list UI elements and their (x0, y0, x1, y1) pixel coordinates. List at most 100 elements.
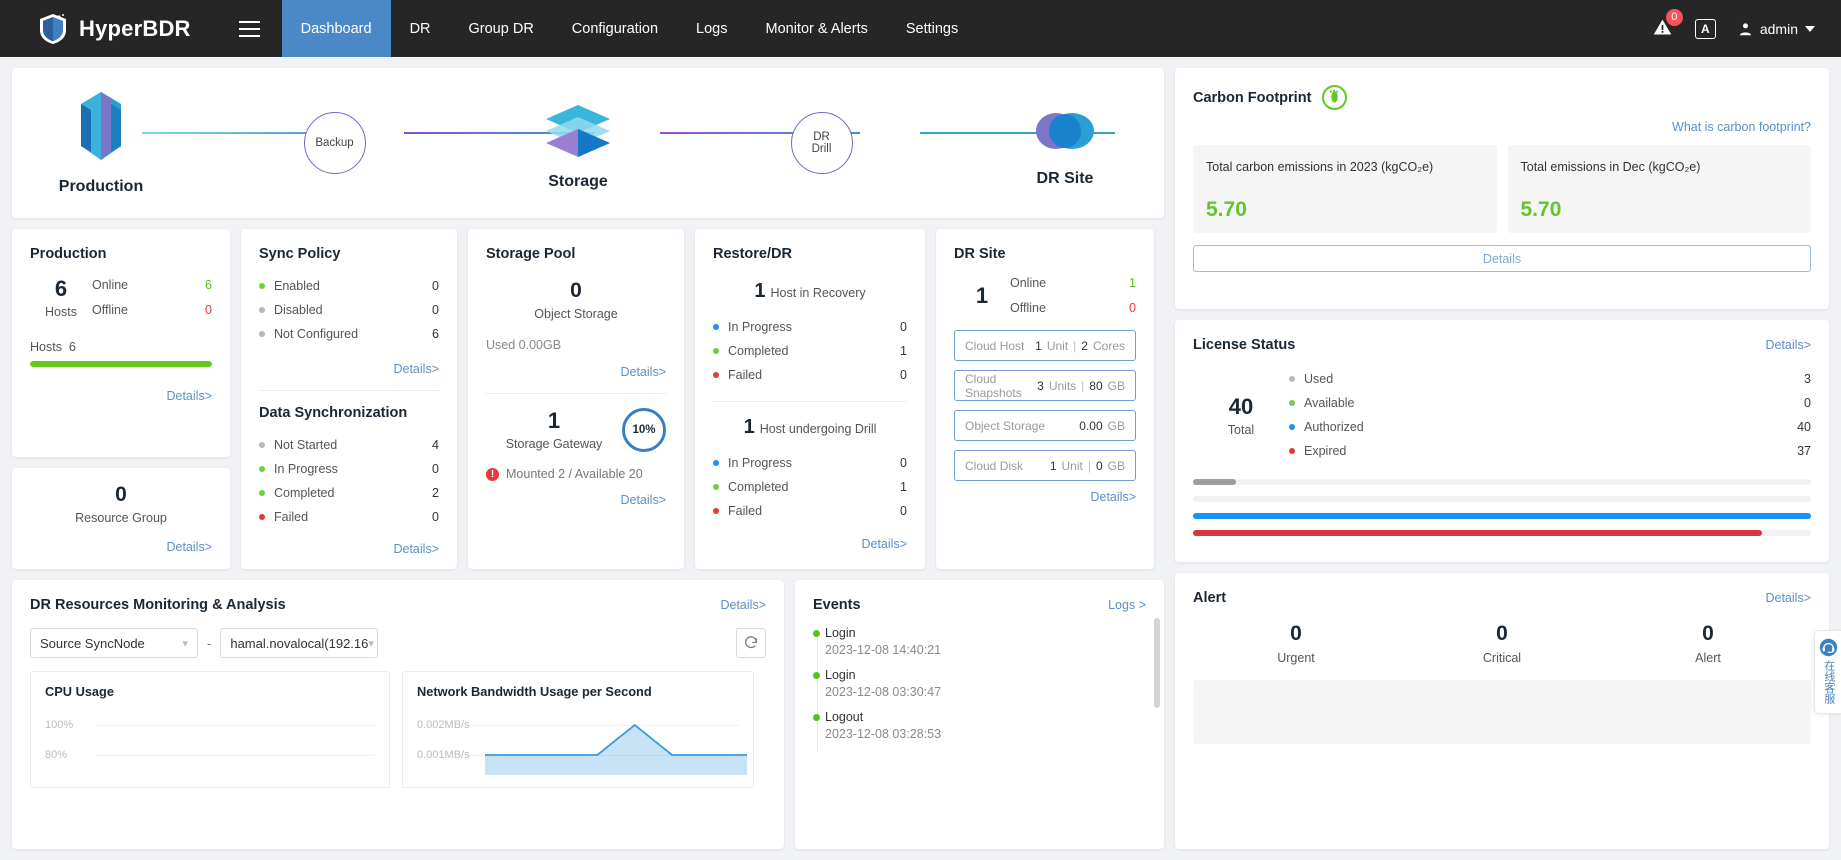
list-item[interactable]: Logout 2023-12-08 03:28:53 (813, 710, 1146, 752)
unit-cloud-snapshots-v1: 3 (1037, 378, 1044, 393)
sync-policy-enabled-label: Enabled (274, 279, 320, 293)
stat-card-row: Production 6 Hosts Online 6 Offline 0 Ho… (12, 229, 1164, 569)
carbon-details-button[interactable]: Details (1193, 245, 1811, 272)
restore-row-inprogress: In Progress 0 (713, 315, 907, 339)
chevron-down-icon: ▾ (182, 637, 188, 650)
license-row-expired: Expired 37 (1289, 439, 1811, 463)
production-row-offline: Offline 0 (92, 301, 212, 326)
data-sync-details-link[interactable]: Details> (259, 542, 439, 556)
sync-policy-notconfigured-label: Not Configured (274, 327, 359, 341)
footprint-icon (1322, 85, 1348, 110)
hyperbdr-logo-icon (38, 13, 68, 45)
status-dot-green (259, 490, 265, 496)
storage-gateway-row: 1 Storage Gateway 10% (486, 408, 666, 452)
carbon-year-label: Total carbon emissions in 2023 (kgCO₂e) (1206, 160, 1434, 174)
list-item[interactable]: Login 2023-12-08 14:40:21 (813, 626, 1146, 668)
monitoring-header: DR Resources Monitoring & Analysis Detai… (30, 597, 766, 613)
data-sync-failed-value: 0 (432, 510, 439, 524)
data-sync-completed-label: Completed (274, 486, 335, 500)
license-header: License Status Details> (1193, 337, 1811, 353)
nav-link-group-dr[interactable]: Group DR (450, 0, 553, 57)
license-title: License Status (1193, 337, 1296, 353)
license-bars (1193, 479, 1811, 536)
status-dot-green (713, 348, 719, 354)
production-bar-fill (30, 361, 212, 367)
monitoring-details-link[interactable]: Details> (720, 598, 766, 612)
dr-site-details-link[interactable]: Details> (954, 490, 1136, 504)
data-sync-failed-label: Failed (274, 510, 309, 524)
resource-group-details-link[interactable]: Details> (30, 540, 212, 554)
production-icon (73, 90, 129, 164)
license-details-link[interactable]: Details> (1765, 338, 1811, 352)
nav-links: Dashboard DR Group DR Configuration Logs… (281, 0, 978, 57)
restore-dr-title: Restore/DR (713, 246, 792, 262)
license-bar-expired (1193, 530, 1811, 536)
sync-policy-card: Sync Policy Enabled 0 Disabled 0 Not Con… (241, 229, 457, 569)
nav-link-dashboard[interactable]: Dashboard (281, 0, 391, 57)
host-select[interactable]: hamal.novalocal(192.16 ▾ (220, 628, 379, 658)
status-dot-red (1289, 448, 1295, 454)
flow-node-drill: DR Drill (790, 112, 853, 174)
alert-header: Alert Details> (1193, 590, 1811, 606)
storage-gateway-details-link[interactable]: Details> (486, 493, 666, 507)
storage-pool-details-link[interactable]: Details> (486, 365, 666, 379)
drill-completed-value: 1 (900, 480, 907, 494)
nav-link-settings[interactable]: Settings (887, 0, 977, 57)
refresh-icon[interactable] (736, 628, 766, 658)
events-scrollbar[interactable] (1154, 618, 1160, 708)
license-body: 40 Total Used 3 Available 0 Authorized 4… (1193, 367, 1811, 463)
storage-mount-text: Mounted 2 / Available 20 (506, 467, 643, 481)
language-switch-icon[interactable]: A (1694, 18, 1716, 39)
status-dot-blue (713, 460, 719, 466)
list-item[interactable]: Login 2023-12-08 03:30:47 (813, 668, 1146, 710)
restore-dr-details-link[interactable]: Details> (713, 537, 907, 551)
alert-details-link[interactable]: Details> (1765, 591, 1811, 605)
host-select-value: hamal.novalocal(192.16 (230, 635, 369, 651)
event-dot-icon (813, 672, 820, 679)
bottom-row: DR Resources Monitoring & Analysis Detai… (12, 580, 1164, 849)
source-syncnode-select[interactable]: Source SyncNode ▾ (30, 628, 198, 658)
dr-site-count: 1 (975, 283, 989, 308)
brand-name: HyperBDR (79, 15, 191, 41)
alert-urgent-label: Urgent (1277, 651, 1315, 665)
license-bar-available (1193, 496, 1811, 502)
status-dot-green (259, 283, 265, 289)
flow-node-backup: Backup (303, 112, 366, 174)
user-menu[interactable]: admin (1738, 21, 1815, 37)
storage-gateway-label: Storage Gateway (505, 437, 603, 451)
events-logs-link[interactable]: Logs > (1108, 598, 1146, 612)
nav-link-dr[interactable]: DR (391, 0, 450, 57)
nav-link-logs[interactable]: Logs (677, 0, 746, 57)
sync-policy-details-link[interactable]: Details> (259, 362, 439, 376)
sync-policy-row-notconfigured: Not Configured 6 (259, 322, 439, 346)
carbon-help-link[interactable]: What is carbon footprint? (1193, 120, 1811, 134)
event-name: Login (825, 626, 856, 640)
storage-pool-card: Storage Pool 0 Object Storage Used 0.00G… (468, 229, 684, 569)
sync-policy-notconfigured-value: 6 (432, 327, 439, 341)
dr-site-offline-label: Offline (1010, 301, 1046, 315)
cpu-chart-area: 100% 80% (45, 711, 375, 775)
status-dot-grey (259, 442, 265, 448)
unit-object-storage-name: Object Storage (965, 418, 1046, 433)
nav-link-configuration[interactable]: Configuration (553, 0, 677, 57)
alarm-button[interactable]: 0 (1652, 8, 1683, 41)
flow-node-production: Production (46, 90, 156, 196)
source-syncnode-value: Source SyncNode (40, 635, 145, 651)
hamburger-icon[interactable] (217, 0, 282, 57)
status-dot-green (259, 466, 265, 472)
unit-separator: | (1081, 378, 1085, 393)
unit-cloud-disk-v1: 1 (1049, 458, 1057, 473)
network-ytick-0002: 0.002MB/s (417, 719, 470, 731)
drill-label: Host undergoing Drill (759, 422, 877, 436)
network-chart-title: Network Bandwidth Usage per Second (417, 684, 652, 699)
online-support-widget[interactable]: 在线客服 (1814, 630, 1841, 714)
chevron-down-icon: ▾ (368, 637, 374, 650)
production-row-offline-value: 0 (205, 303, 212, 317)
nav-link-monitor-alerts[interactable]: Monitor & Alerts (747, 0, 887, 57)
filter-separator: - (207, 635, 212, 651)
storage-gateway-count: 1 (547, 408, 561, 433)
drill-row-inprogress: In Progress 0 (713, 451, 907, 475)
production-details-link[interactable]: Details> (30, 389, 212, 403)
drill-failed-label: Failed (728, 504, 763, 518)
license-row-used: Used 3 (1289, 367, 1811, 391)
